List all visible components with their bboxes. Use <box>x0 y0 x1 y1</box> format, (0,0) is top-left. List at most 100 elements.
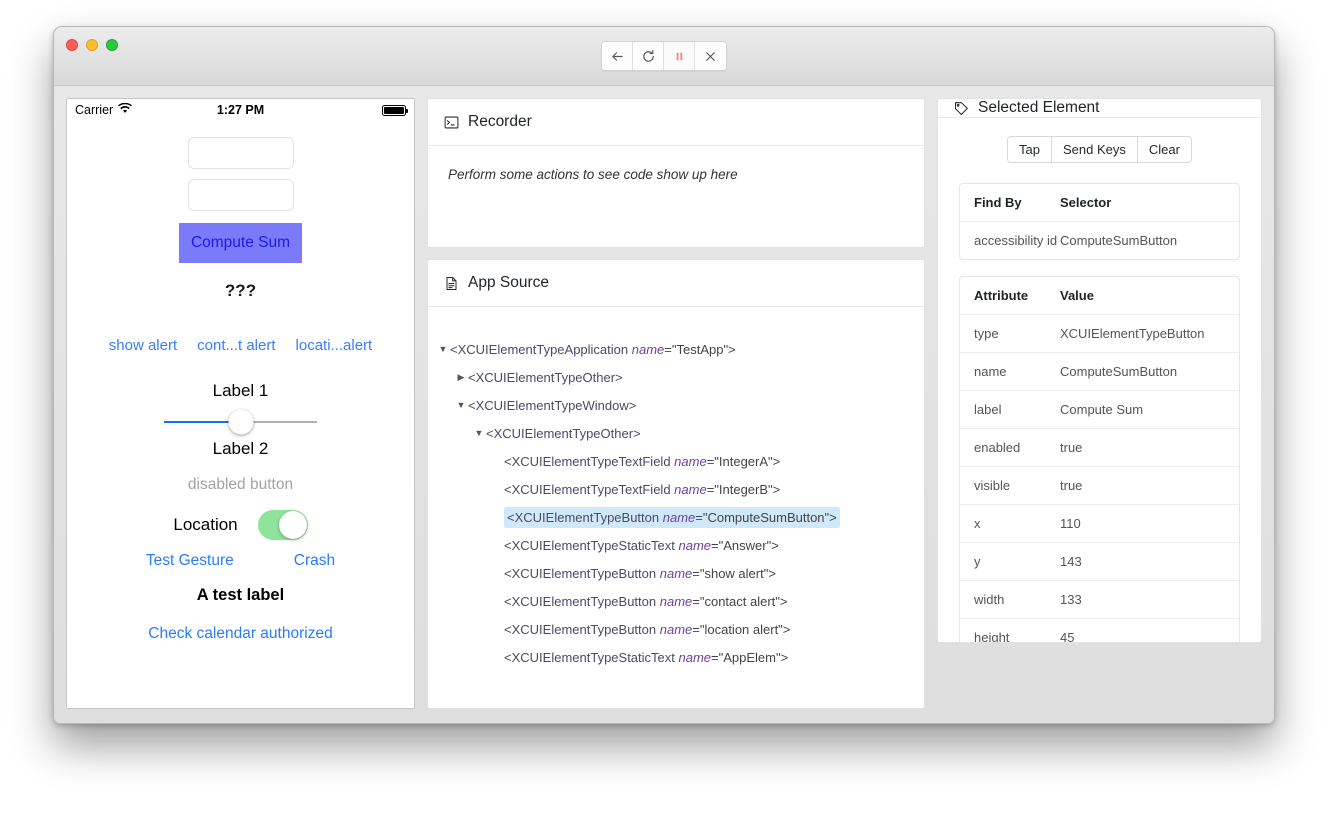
table-cell: visible <box>974 478 1011 493</box>
table-cell: ComputeSumButton <box>1060 233 1178 248</box>
integer-b-field[interactable] <box>187 179 294 211</box>
test-gesture-button[interactable]: Test Gesture <box>146 552 234 570</box>
source-tree-row[interactable]: <XCUIElementTypeButton name="show alert"… <box>428 559 924 587</box>
app-source-title: App Source <box>468 274 549 291</box>
source-tree-row[interactable]: ▼ <XCUIElementTypeOther> <box>428 419 924 447</box>
source-tree-row[interactable]: <XCUIElementTypeStaticText name="AppElem… <box>428 643 924 671</box>
app-source-panel-header: App Source <box>428 260 924 307</box>
terminal-icon <box>444 115 459 130</box>
table-row: type XCUIElementTypeButton <box>960 315 1239 353</box>
source-tree-row-label: <XCUIElementTypeButton name="location al… <box>504 621 791 637</box>
element-action-buttons: Tap Send Keys Clear <box>959 136 1240 163</box>
table-cell: 110 <box>1060 516 1081 531</box>
table-cell: 45 <box>1060 630 1075 643</box>
table-row: x 110 <box>960 505 1239 543</box>
tag-icon <box>954 101 969 116</box>
maximize-window-button[interactable] <box>106 39 118 51</box>
table-row: y 143 <box>960 543 1239 581</box>
table-cell: enabled <box>974 440 1021 455</box>
slider-knob[interactable] <box>228 409 253 435</box>
attribute-table: Attribute Value type XCUIElementTypeButton n… <box>959 276 1240 643</box>
table-cell: 133 <box>1060 592 1082 607</box>
integer-a-field[interactable] <box>187 137 294 169</box>
source-tree-row[interactable]: <XCUIElementTypeButton name="contact ale… <box>428 587 924 615</box>
table-cell: ComputeSumButton <box>1060 364 1178 379</box>
back-button[interactable] <box>602 42 633 70</box>
source-tree-row[interactable]: <XCUIElementTypeStaticText name="Answer"… <box>428 531 924 559</box>
recorder-panel-header: Recorder <box>428 99 924 146</box>
source-tree-row[interactable]: <XCUIElementTypeButton name="ComputeSumB… <box>428 503 924 531</box>
selected-element-title: Selected Element <box>978 99 1100 116</box>
source-tree-row[interactable]: <XCUIElementTypeButton name="location al… <box>428 615 924 643</box>
answer-label: ??? <box>224 281 257 300</box>
label-1: Label 1 <box>212 381 269 400</box>
source-tree-row-label: <XCUIElementTypeTextField name="IntegerA… <box>504 453 781 469</box>
location-toggle-switch[interactable] <box>257 510 308 540</box>
traffic-light-buttons <box>66 39 118 51</box>
close-session-button[interactable] <box>695 42 726 70</box>
table-cell: XCUIElementTypeButton <box>1060 326 1205 341</box>
source-tree-row-label: <XCUIElementTypeOther> <box>468 369 623 385</box>
app-source-tree[interactable]: ▼ <XCUIElementTypeApplication name="TestA… <box>428 307 924 671</box>
table-header-row: Attribute Value <box>960 277 1239 315</box>
source-tree-row-label: <XCUIElementTypeTextField name="IntegerB… <box>504 481 781 497</box>
table-cell: width <box>974 592 1005 607</box>
value-slider[interactable] <box>164 407 317 437</box>
a-test-label: A test label <box>196 586 285 604</box>
source-tree-row[interactable]: <XCUIElementTypeTextField name="IntegerB… <box>428 475 924 503</box>
caret-down-icon[interactable]: ▼ <box>436 344 450 354</box>
recorder-panel: Recorder Perform some actions to see cod… <box>427 98 925 248</box>
close-window-button[interactable] <box>66 39 78 51</box>
caret-spacer <box>490 653 504 662</box>
caret-down-icon[interactable]: ▼ <box>454 400 468 410</box>
crash-button[interactable]: Crash <box>294 552 335 570</box>
caret-spacer <box>490 541 504 550</box>
window-content: Carrier 1:27 PM Compute Sum ??? show ale… <box>54 86 1274 723</box>
table-cell: height <box>974 630 1010 643</box>
tap-button[interactable]: Tap <box>1007 136 1051 163</box>
source-tree-row-label: <XCUIElementTypeButton name="ComputeSumB… <box>504 506 840 528</box>
caret-right-icon[interactable]: ▶ <box>454 372 468 382</box>
selected-element-body: Tap Send Keys Clear Find By Selector accessi… <box>938 118 1261 643</box>
locator-table: Find By Selector accessibility id ComputeSu… <box>959 183 1240 260</box>
table-header-cell: Selector <box>1060 195 1112 210</box>
minimize-window-button[interactable] <box>86 39 98 51</box>
clear-button[interactable]: Clear <box>1136 136 1192 163</box>
show-alert-button[interactable]: show alert <box>109 337 177 354</box>
table-cell: name <box>974 364 1007 379</box>
contact-alert-button[interactable]: cont...t alert <box>197 337 275 354</box>
label-2: Label 2 <box>212 439 269 458</box>
caret-spacer <box>490 457 504 466</box>
table-row: name ComputeSumButton <box>960 353 1239 391</box>
table-cell: type <box>974 326 999 341</box>
source-tree-row-label: <XCUIElementTypeButton name="contact ale… <box>504 593 788 609</box>
pause-button[interactable] <box>664 42 695 70</box>
table-row: label Compute Sum <box>960 391 1239 429</box>
location-alert-button[interactable]: locati...alert <box>296 337 373 354</box>
source-tree-row[interactable]: ▶ <XCUIElementTypeOther> <box>428 363 924 391</box>
recorder-empty-message: Perform some actions to see code show up… <box>448 167 738 182</box>
source-tree-row[interactable]: ▼ <XCUIElementTypeApplication name="TestA… <box>428 335 924 363</box>
table-header-cell: Find By <box>974 195 1022 210</box>
compute-sum-button[interactable]: Compute Sum <box>179 223 302 263</box>
table-header-cell: Value <box>1060 288 1094 303</box>
source-tree-row-label: <XCUIElementTypeOther> <box>486 425 641 441</box>
source-tree-row[interactable]: ▼ <XCUIElementTypeWindow> <box>428 391 924 419</box>
location-label: Location <box>173 515 238 534</box>
refresh-button[interactable] <box>633 42 664 70</box>
caret-down-icon[interactable]: ▼ <box>472 428 486 438</box>
disabled-button: disabled button <box>187 476 294 493</box>
battery-icon <box>382 104 408 116</box>
table-cell: x <box>974 516 981 531</box>
device-screen-mirror[interactable]: Carrier 1:27 PM Compute Sum ??? show ale… <box>66 98 415 709</box>
source-tree-row-label: <XCUIElementTypeButton name="show alert"… <box>504 565 776 581</box>
source-tree-row[interactable]: <XCUIElementTypeTextField name="IntegerA… <box>428 447 924 475</box>
table-cell: Compute Sum <box>1060 402 1144 417</box>
ios-status-bar: Carrier 1:27 PM <box>67 99 414 121</box>
selected-element-panel-header: Selected Element <box>938 99 1261 118</box>
send-keys-button[interactable]: Send Keys <box>1051 136 1137 163</box>
session-toolbar <box>601 41 727 71</box>
table-header-cell: Attribute <box>974 288 1029 303</box>
check-calendar-authorized-button[interactable]: Check calendar authorized <box>148 625 332 643</box>
table-cell: label <box>974 402 1002 417</box>
